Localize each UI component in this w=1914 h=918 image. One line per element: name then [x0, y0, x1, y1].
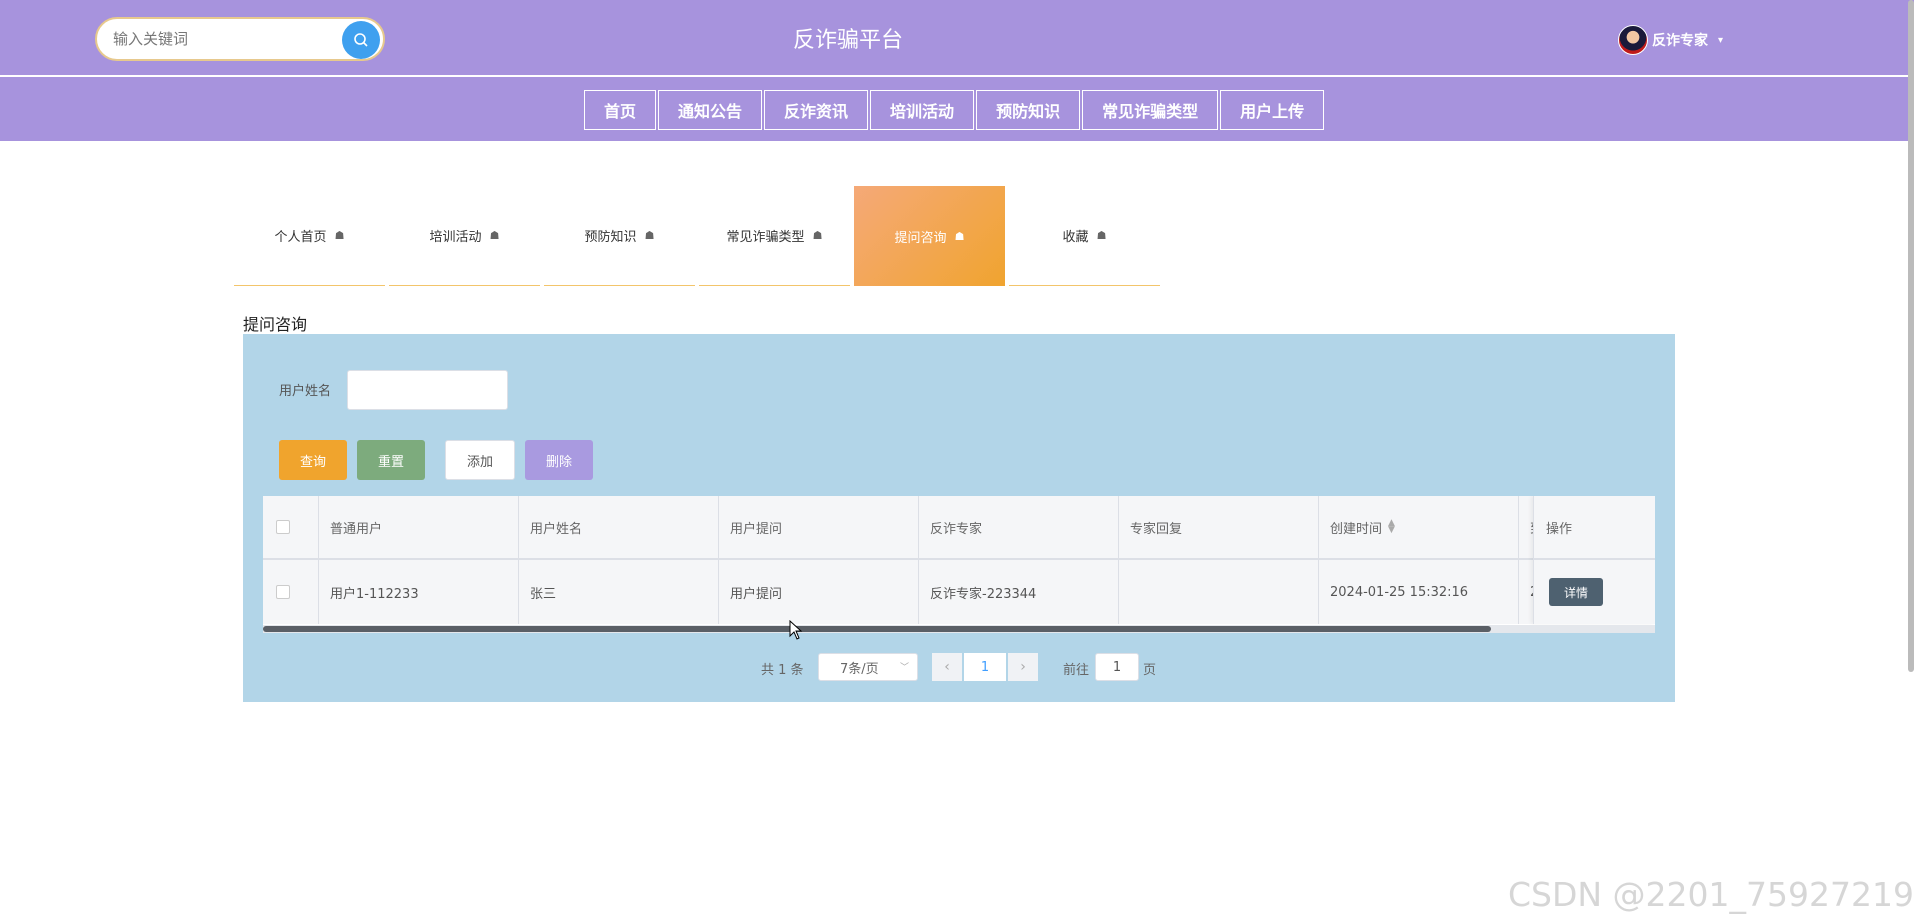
header-cell: 普通用户 [319, 496, 519, 558]
page-number-current[interactable]: 1 [964, 653, 1006, 681]
nav-item-upload[interactable]: 用户上传 [1220, 90, 1325, 130]
delete-button[interactable]: 删除 [525, 440, 593, 480]
detail-button[interactable]: 详情 [1549, 578, 1603, 606]
chevron-left-icon: ‹ [944, 659, 950, 675]
chevron-down-icon: ▾ [1718, 34, 1724, 46]
header-divider [1534, 558, 1655, 560]
page-size-select[interactable]: 7条/页 ﹀ [818, 653, 918, 681]
header-cell: 专家回复 [1119, 496, 1319, 558]
user-menu[interactable]: 反诈专家 ▾ [1618, 24, 1723, 56]
tab-profile-home[interactable]: 个人首页 ☗ [234, 186, 385, 286]
add-button[interactable]: 添加 [445, 440, 515, 480]
table-cell: 反诈专家-223344 [919, 560, 1119, 624]
page-scrollbar[interactable] [1908, 0, 1914, 672]
section-title: 提问咨询 [243, 315, 308, 334]
header-cell: 用户姓名 [519, 496, 719, 558]
table-cell: 用户1-112233 [319, 560, 519, 624]
tab-consultation[interactable]: 提问咨询 ☗ [854, 186, 1005, 286]
page-size-value: 7条/页 [840, 661, 879, 677]
table-cell: 2024-01-25 15:32:16 [1319, 560, 1519, 624]
tab-label: 个人首页 [274, 230, 327, 245]
nav-item-news[interactable]: 反诈资讯 [764, 90, 869, 130]
watermark: CSDN @2201_75927219 [1507, 875, 1914, 914]
sort-icon[interactable]: ▲ ▼ [1388, 519, 1395, 535]
horizontal-scrollbar[interactable] [263, 625, 1655, 633]
reset-button[interactable]: 重置 [357, 440, 425, 480]
username-filter-input[interactable] [347, 370, 508, 410]
header-cell-select [263, 496, 319, 558]
data-table: 普通用户 用户姓名 用户提问 反诈专家 专家回复 创建时间▲▼ 到 用户1-11… [263, 496, 1655, 632]
home-icon: ☗ [954, 229, 965, 243]
tab-label: 预防知识 [584, 230, 637, 245]
home-icon: ☗ [1096, 229, 1107, 242]
home-icon: ☗ [489, 229, 500, 242]
header-bar: 反诈骗平台 反诈专家 ▾ 首页 通知公告 反诈资讯 培训活动 预防知识 常见诈骗… [0, 0, 1914, 141]
row-checkbox[interactable] [276, 585, 290, 599]
nav-item-fraud-types[interactable]: 常见诈骗类型 [1082, 90, 1219, 130]
chevron-right-icon: › [1020, 659, 1026, 675]
pagination: 共 1 条 7条/页 ﹀ ‹ 1 › 前往 页 [243, 653, 1675, 681]
content-panel: 用户姓名 查询 重置 添加 删除 普通用户 用户姓名 用户提问 反诈专家 专家回… [243, 334, 1675, 702]
operation-column: 操作 详情 [1533, 496, 1655, 624]
nav-item-home[interactable]: 首页 [584, 90, 657, 130]
tab-fraud-types[interactable]: 常见诈骗类型 ☗ [699, 186, 850, 286]
user-name: 反诈专家 [1652, 33, 1708, 49]
chevron-down-icon: ﹀ [899, 663, 909, 673]
header-label: 创建时间 [1330, 521, 1383, 537]
header-cell-created-time[interactable]: 创建时间 ▲ ▼ [1319, 496, 1519, 558]
mouse-cursor-icon [789, 620, 803, 640]
pagination-total: 共 1 条 [761, 663, 804, 678]
operation-header: 操作 [1546, 522, 1573, 537]
next-page-button[interactable]: › [1008, 653, 1038, 681]
nav-item-training[interactable]: 培训活动 [870, 90, 975, 130]
goto-label: 前往 [1063, 663, 1090, 678]
filter-label: 用户姓名 [279, 384, 332, 399]
home-icon: ☗ [812, 229, 823, 242]
tab-label: 培训活动 [429, 230, 482, 245]
avatar [1618, 25, 1648, 55]
row-select-cell [263, 560, 319, 624]
nav-item-notices[interactable]: 通知公告 [658, 90, 763, 130]
table-row: 用户1-112233 张三 用户提问 反诈专家-223344 2024-01-2… [263, 560, 1655, 624]
query-button[interactable]: 查询 [279, 440, 347, 480]
page-suffix: 页 [1143, 663, 1157, 678]
site-title: 反诈骗平台 [792, 28, 903, 53]
header-divider [0, 75, 1914, 77]
table-cell: 张三 [519, 560, 719, 624]
table-cell [1119, 560, 1319, 624]
prev-page-button[interactable]: ‹ [932, 653, 962, 681]
nav-item-prevention[interactable]: 预防知识 [976, 90, 1081, 130]
tab-favorites[interactable]: 收藏 ☗ [1009, 186, 1160, 286]
tab-label: 提问咨询 [894, 230, 947, 246]
tab-label: 常见诈骗类型 [726, 230, 805, 245]
tab-training[interactable]: 培训活动 ☗ [389, 186, 540, 286]
home-icon: ☗ [644, 229, 655, 242]
main-nav: 首页 通知公告 反诈资讯 培训活动 预防知识 常见诈骗类型 用户上传 [584, 90, 1326, 130]
table-header-row: 普通用户 用户姓名 用户提问 反诈专家 专家回复 创建时间▲▼ 到 [263, 496, 1655, 558]
goto-page-input[interactable] [1095, 653, 1139, 681]
tab-prevention[interactable]: 预防知识 ☗ [544, 186, 695, 286]
home-icon: ☗ [334, 229, 345, 242]
profile-tabs: 个人首页 ☗ 培训活动 ☗ 预防知识 ☗ 常见诈骗类型 ☗ 提问咨询 ☗ 收藏 ☗ [234, 186, 1164, 286]
tab-label: 收藏 [1062, 230, 1089, 245]
scrollbar-thumb[interactable] [263, 626, 1491, 632]
table-cell: 用户提问 [719, 560, 919, 624]
header-cell: 用户提问 [719, 496, 919, 558]
header-cell: 反诈专家 [919, 496, 1119, 558]
select-all-checkbox[interactable] [276, 520, 290, 534]
